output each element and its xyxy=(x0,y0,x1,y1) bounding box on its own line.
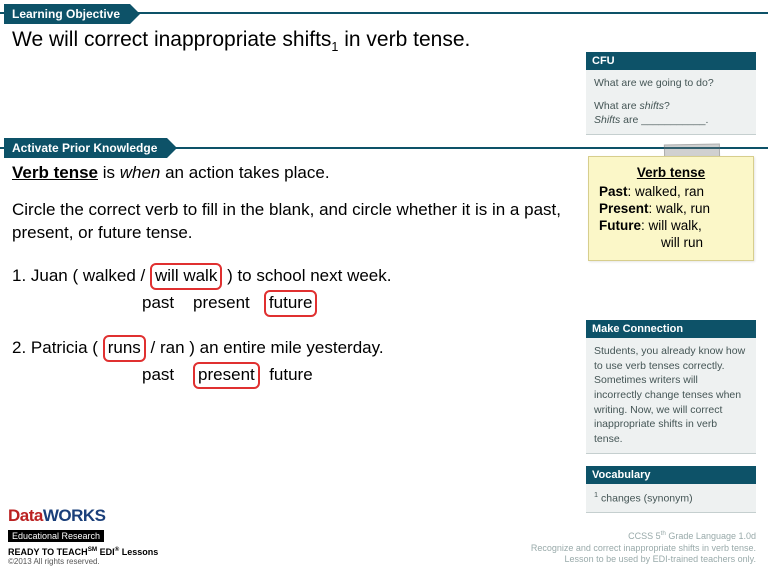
cfu-q2-i: shifts xyxy=(640,100,665,112)
def-end: an action takes place. xyxy=(160,163,329,182)
sticky-note: Verb tense Past: walked, ran Present: wa… xyxy=(588,156,754,261)
ex2-present-box: present xyxy=(193,362,260,389)
mc-header: Make Connection xyxy=(586,320,756,338)
logo-data: Data xyxy=(8,506,43,525)
cfu-header: CFU xyxy=(586,52,756,70)
copyright: ©2013 All rights reserved. xyxy=(8,557,158,566)
vocabulary-panel: Vocabulary 1 changes (synonym) xyxy=(586,466,756,513)
sticky-past: Past: walked, ran xyxy=(599,184,743,199)
ex2-mid: / ran ) an entire mile yesterday. xyxy=(151,338,384,357)
ex2-past: past xyxy=(142,365,174,384)
product-tag: READY TO TEACHSM EDI® Lessons xyxy=(8,546,158,557)
ex1-line1: 1. Juan ( walked / will walk ) to school… xyxy=(12,263,562,290)
main-content: Verb tense is when an action takes place… xyxy=(12,162,562,389)
standard-desc: Recognize and correct inappropriate shif… xyxy=(531,543,756,555)
r1-post: Grade Language 1.0d xyxy=(666,531,756,541)
tag-pre: READY TO TEACH xyxy=(8,547,88,557)
logo-subtitle: Educational Research xyxy=(8,530,104,542)
ex1-future-box: future xyxy=(264,290,317,317)
footer-right: CCSS 5th Grade Language 1.0d Recognize a… xyxy=(531,530,756,566)
def-italic: when xyxy=(120,163,161,182)
present-label: Present xyxy=(599,201,649,216)
sticky-present: Present: walk, run xyxy=(599,201,743,216)
r1-pre: CCSS 5 xyxy=(628,531,661,541)
cfu-q3-i: Shifts xyxy=(594,114,620,126)
past-label: Past xyxy=(599,184,628,199)
ribbon-label: Activate Prior Knowledge xyxy=(4,138,167,158)
learning-objective-ribbon: Learning Objective xyxy=(4,4,130,24)
mc-body: Students, you already know how to use ve… xyxy=(586,338,756,454)
ex2-tense-row: past present future xyxy=(142,362,562,389)
tag-mid: EDI xyxy=(97,547,115,557)
sticky-title: Verb tense xyxy=(599,165,743,180)
def-mid: is xyxy=(98,163,120,182)
ribbon-label: Learning Objective xyxy=(4,4,130,24)
cfu-panel: CFU What are we going to do? What are sh… xyxy=(586,52,756,135)
sticky-future: Future: will walk, xyxy=(599,218,743,233)
tag-post: Lessons xyxy=(119,547,158,557)
ex1-present: present xyxy=(193,293,250,312)
ex2-future: future xyxy=(269,365,312,384)
cfu-q2-pre: What are xyxy=(594,100,640,112)
vocab-body: 1 changes (synonym) xyxy=(586,484,756,513)
ex2-answer-box: runs xyxy=(103,335,146,362)
instruction: Circle the correct verb to fill in the b… xyxy=(12,199,562,245)
ex2-pre: 2. Patricia ( xyxy=(12,338,98,357)
cfu-q3: Shifts are ___________. xyxy=(594,113,748,128)
cfu-q3-post: are ___________. xyxy=(620,114,708,126)
vocab-text: changes (synonym) xyxy=(598,493,693,505)
exercise-1: 1. Juan ( walked / will walk ) to school… xyxy=(12,263,562,317)
lo-post: in verb tense. xyxy=(338,28,470,51)
def-term: Verb tense xyxy=(12,163,98,182)
cfu-q2-post: ? xyxy=(664,100,670,112)
present-val: : walk, run xyxy=(649,201,711,216)
definition: Verb tense is when an action takes place… xyxy=(12,162,562,185)
make-connection-panel: Make Connection Students, you already kn… xyxy=(586,320,756,454)
ex1-tense-row: past present future xyxy=(142,290,562,317)
future-val: : will walk, xyxy=(641,218,702,233)
lo-pre: We will correct inappropriate shifts xyxy=(12,28,331,51)
exercise-2: 2. Patricia ( runs / ran ) an entire mil… xyxy=(12,335,562,389)
vocab-header: Vocabulary xyxy=(586,466,756,484)
cfu-q2: What are shifts? xyxy=(594,99,748,114)
ex1-past: past xyxy=(142,293,174,312)
tag-sm: SM xyxy=(88,546,97,553)
standard-line: CCSS 5th Grade Language 1.0d xyxy=(531,530,756,543)
footer-left: DataWORKS Educational Research READY TO … xyxy=(8,506,158,566)
activate-prior-ribbon: Activate Prior Knowledge xyxy=(4,138,167,158)
ex2-line1: 2. Patricia ( runs / ran ) an entire mil… xyxy=(12,335,562,362)
learning-objective-text: We will correct inappropriate shifts1 in… xyxy=(12,28,470,54)
logo-works: WORKS xyxy=(43,506,106,525)
past-val: : walked, ran xyxy=(628,184,705,199)
usage-note: Lesson to be used by EDI-trained teacher… xyxy=(531,554,756,566)
ex1-pre: 1. Juan ( walked / xyxy=(12,266,145,285)
future-label: Future xyxy=(599,218,641,233)
cfu-q1: What are we going to do? xyxy=(594,76,748,91)
ex1-answer-box: will walk xyxy=(150,263,222,290)
ex1-post: ) to school next week. xyxy=(227,266,391,285)
cfu-body: What are we going to do? What are shifts… xyxy=(586,70,756,135)
future-val2: will run xyxy=(661,235,743,250)
dataworks-logo: DataWORKS xyxy=(8,506,158,526)
